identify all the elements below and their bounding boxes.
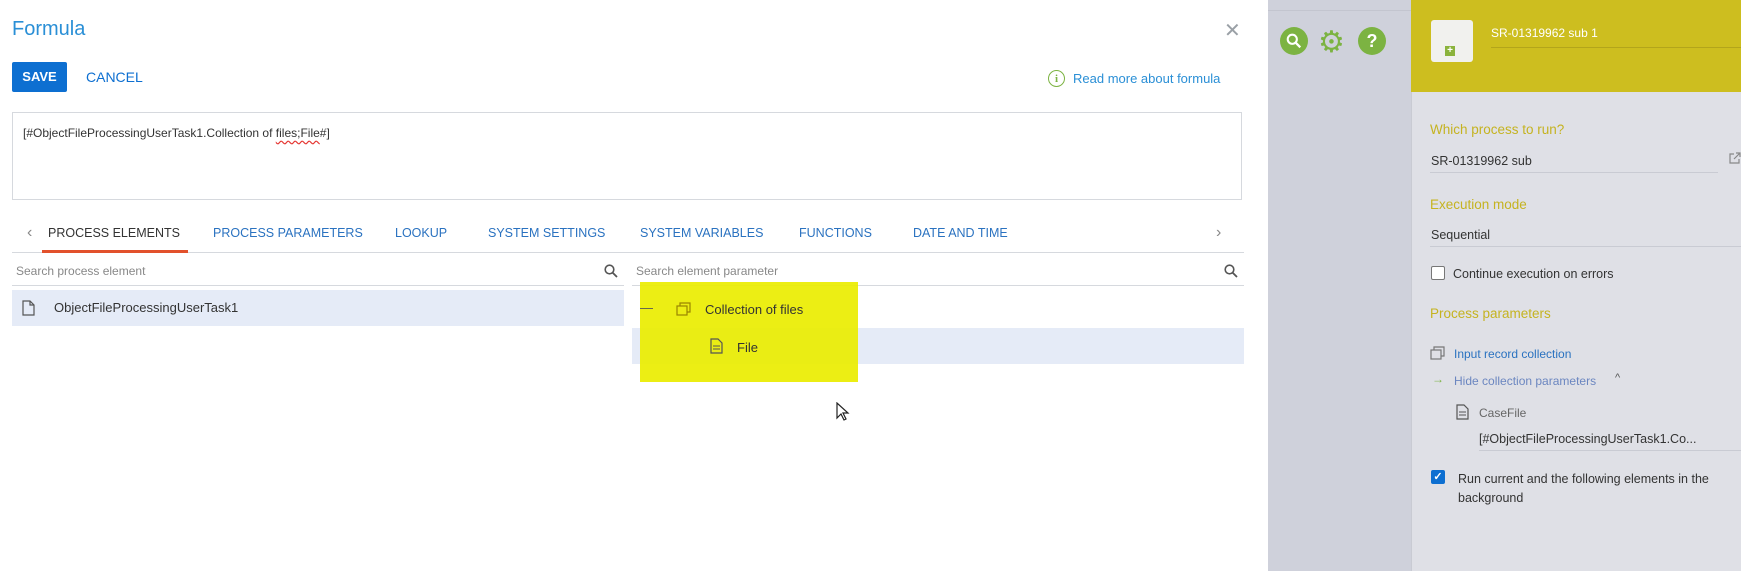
chevron-up-icon[interactable]: ^	[1615, 372, 1620, 384]
which-process-label: Which process to run?	[1430, 122, 1565, 137]
close-icon[interactable]: ✕	[1224, 18, 1241, 43]
search-icon[interactable]	[1224, 264, 1238, 278]
active-tab-indicator	[42, 250, 188, 253]
tab-process-elements[interactable]: PROCESS ELEMENTS	[48, 226, 180, 240]
process-element-search	[12, 262, 624, 286]
info-icon: i	[1048, 70, 1065, 87]
collapse-icon[interactable]: —	[640, 300, 653, 315]
continue-on-errors-checkbox[interactable]	[1431, 266, 1445, 280]
tab-process-parameters[interactable]: PROCESS PARAMETERS	[213, 226, 363, 240]
element-name[interactable]: SR-01319962 sub 1	[1491, 26, 1598, 40]
process-element-search-input[interactable]	[12, 262, 571, 280]
file-item[interactable]: File	[737, 340, 758, 355]
question-icon[interactable]: ?	[1358, 27, 1386, 55]
process-parameters-label: Process parameters	[1430, 306, 1551, 321]
tab-functions[interactable]: FUNCTIONS	[799, 226, 872, 240]
case-file-label: CaseFile	[1479, 406, 1527, 420]
cancel-button[interactable]: CANCEL	[86, 62, 143, 92]
list-item[interactable]: ObjectFileProcessingUserTask1	[12, 290, 624, 326]
formula-suffix: #]	[319, 126, 330, 140]
formula-prefix: [#ObjectFileProcessingUserTask1.Collecti…	[23, 126, 276, 140]
tab-date-and-time[interactable]: DATE AND TIME	[913, 226, 1008, 240]
element-parameter-search-input[interactable]	[632, 262, 1191, 280]
collection-icon	[1430, 346, 1445, 360]
case-file-value[interactable]: [#ObjectFileProcessingUserTask1.Co...	[1479, 432, 1696, 446]
field-underline	[1479, 450, 1741, 451]
save-button[interactable]: SAVE	[12, 62, 67, 92]
collection-icon	[676, 302, 691, 316]
execution-mode-label: Execution mode	[1430, 197, 1527, 212]
run-background-checkbox[interactable]: ✓	[1431, 470, 1445, 484]
tab-bar: ‹ PROCESS ELEMENTS PROCESS PARAMETERS LO…	[12, 222, 1244, 253]
toolbar-panel: ⚙ ?	[1268, 0, 1411, 571]
list-item-label: ObjectFileProcessingUserTask1	[54, 300, 239, 315]
execution-mode-select[interactable]: Sequential	[1431, 228, 1490, 242]
name-underline	[1491, 47, 1741, 48]
mouse-cursor-icon	[836, 402, 850, 421]
collection-of-files-item[interactable]: Collection of files	[705, 302, 803, 317]
read-more-label: Read more about formula	[1073, 71, 1221, 86]
highlight-box	[640, 282, 858, 382]
hide-collection-parameters-link[interactable]: Hide collection parameters	[1454, 374, 1596, 388]
tabs-next-icon[interactable]: ›	[1216, 224, 1221, 242]
read-more-link[interactable]: i Read more about formula	[1048, 70, 1220, 87]
formula-editor[interactable]: [#ObjectFileProcessingUserTask1.Collecti…	[12, 112, 1242, 200]
open-link-icon[interactable]	[1729, 152, 1741, 164]
document-icon	[22, 300, 35, 316]
element-thumbnail[interactable]: +	[1431, 20, 1473, 62]
search-icon[interactable]	[604, 264, 618, 278]
tab-system-variables[interactable]: SYSTEM VARIABLES	[640, 226, 763, 240]
tab-lookup[interactable]: LOOKUP	[395, 226, 447, 240]
run-background-label: Run current and the following elements i…	[1458, 472, 1709, 505]
formula-misspelled: files;File	[275, 126, 320, 140]
field-underline	[1430, 246, 1741, 247]
continue-on-errors-label: Continue execution on errors	[1453, 267, 1614, 281]
which-process-value[interactable]: SR-01319962 sub	[1431, 154, 1532, 168]
tab-system-settings[interactable]: SYSTEM SETTINGS	[488, 226, 605, 240]
toolbar-divider	[1268, 0, 1411, 11]
dialog-title: Formula	[12, 18, 86, 40]
tabs-prev-icon[interactable]: ‹	[27, 224, 32, 242]
file-icon	[710, 338, 723, 354]
input-record-collection-link[interactable]: Input record collection	[1454, 347, 1571, 361]
field-underline	[1430, 172, 1718, 173]
search-icon[interactable]	[1280, 27, 1308, 55]
arrow-right-icon: →	[1432, 372, 1444, 386]
file-icon	[1456, 404, 1469, 420]
gear-icon[interactable]: ⚙	[1318, 25, 1345, 60]
add-icon: +	[1445, 46, 1455, 56]
